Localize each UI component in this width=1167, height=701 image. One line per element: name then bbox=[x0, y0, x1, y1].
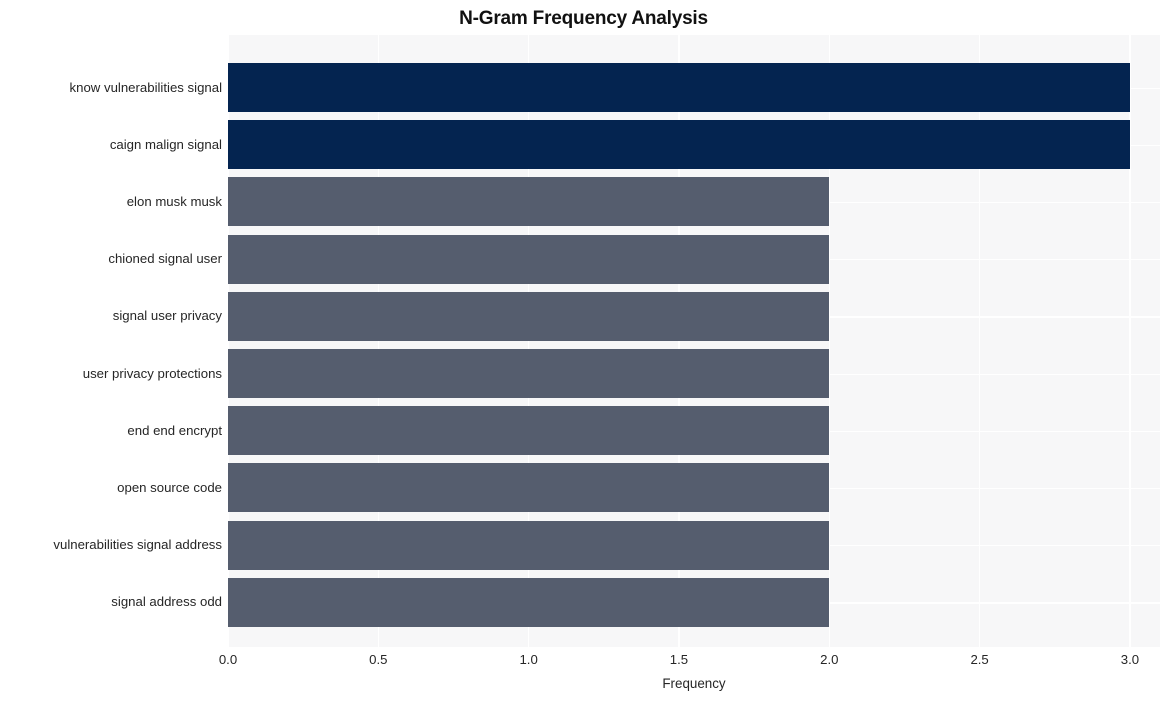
bar bbox=[228, 349, 830, 398]
y-axis-tick-label: end end encrypt bbox=[127, 422, 222, 438]
y-axis-tick-label: signal address odd bbox=[111, 594, 222, 610]
y-axis-tick-label: open source code bbox=[117, 479, 222, 495]
plot-area bbox=[228, 35, 1160, 647]
y-axis-tick-label: vulnerabilities signal address bbox=[53, 537, 222, 553]
bar bbox=[228, 406, 830, 456]
bar bbox=[228, 234, 830, 284]
bar bbox=[228, 177, 830, 227]
x-axis-title: Frequency bbox=[662, 676, 726, 691]
x-axis-tick-labels: 0.0 0.5 1.0 1.5 2.0 2.5 3.0 bbox=[0, 652, 1167, 672]
x-axis-tick-label: 3.0 bbox=[1120, 652, 1140, 667]
x-axis-tick-label: 2.5 bbox=[970, 652, 989, 667]
bar bbox=[228, 291, 830, 341]
chart-figure: N-Gram Frequency Analysis know vulnerabi… bbox=[0, 0, 1167, 701]
bar bbox=[228, 520, 830, 570]
x-axis-tick-label: 0.5 bbox=[369, 652, 388, 667]
bar bbox=[228, 577, 830, 627]
y-axis-tick-label: elon musk musk bbox=[126, 193, 222, 209]
x-axis-tick-label: 2.0 bbox=[820, 652, 839, 667]
bar bbox=[228, 63, 1130, 112]
bar bbox=[228, 120, 1130, 170]
y-axis-tick-labels: know vulnerabilities signal caign malign … bbox=[0, 35, 222, 647]
y-axis-tick-label: chioned signal user bbox=[108, 251, 222, 267]
x-axis-tick-label: 1.5 bbox=[669, 652, 689, 667]
x-axis-tick-label: 0.0 bbox=[218, 652, 238, 667]
y-axis-tick-label: caign malign signal bbox=[109, 136, 222, 152]
x-axis-tick-label: 1.0 bbox=[519, 652, 538, 667]
y-axis-tick-label: signal user privacy bbox=[112, 308, 222, 324]
bar bbox=[228, 463, 830, 513]
y-axis-tick-label: user privacy protections bbox=[82, 365, 222, 381]
chart-title: N-Gram Frequency Analysis bbox=[459, 8, 708, 29]
y-axis-tick-label: know vulnerabilities signal bbox=[69, 79, 222, 95]
